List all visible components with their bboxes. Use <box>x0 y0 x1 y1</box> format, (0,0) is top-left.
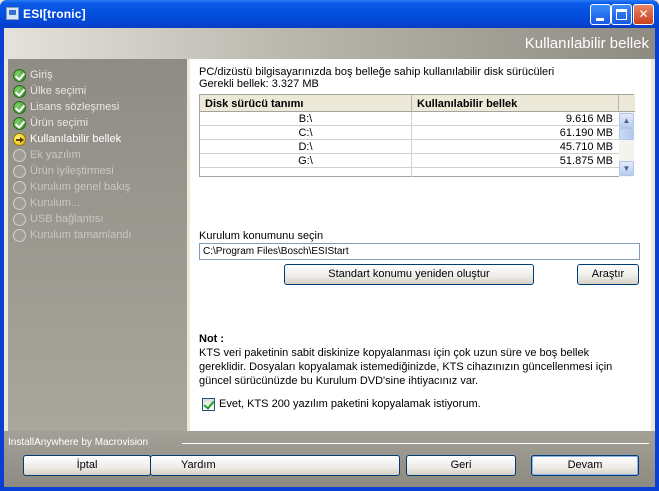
disk-cell: D:\ <box>298 141 313 153</box>
steps-sidebar: Giriş Ülke seçimi Lisans sözleşmesi Ürün… <box>8 59 187 433</box>
note-line: güncel sürücünüzde bu Kurulum DVD'sine i… <box>199 375 479 387</box>
scroll-thumb[interactable] <box>619 128 634 140</box>
installer-brand: InstallAnywhere by Macrovision <box>8 437 149 448</box>
check-icon <box>13 101 26 114</box>
copy-package-label[interactable]: Evet, KTS 200 yazılım paketini kopyalama… <box>219 398 481 410</box>
step-label: Ek yazılım <box>30 149 81 161</box>
disk-cell: C:\ <box>298 127 313 139</box>
intro-text: PC/dizüstü bilgisayarınızda boş belleğe … <box>199 66 555 78</box>
column-divider <box>411 154 412 168</box>
client-area: Kullanılabilir bellek Giriş Ülke seçimi … <box>4 28 655 487</box>
step-label: Kurulum tamamlandı <box>30 229 132 241</box>
page-title: Kullanılabilir bellek <box>524 35 649 52</box>
location-label: Kurulum konumunu seçin <box>199 230 324 242</box>
circle-icon <box>13 149 26 162</box>
window-title: ESI[tronic] <box>23 7 86 21</box>
step-label: Kurulum... <box>30 197 81 209</box>
column-divider <box>411 112 412 126</box>
column-divider <box>411 126 412 140</box>
check-icon <box>13 117 26 130</box>
step-label: Ülke seçimi <box>30 85 87 97</box>
back-button[interactable]: Geri <box>406 455 516 476</box>
column-divider <box>411 140 412 154</box>
step-label: USB bağlantısı <box>30 213 104 225</box>
note-line: KTS veri paketinin sabit diskinize kopya… <box>199 347 590 359</box>
disk-cell: B:\ <box>298 113 313 125</box>
memory-cell: 9.616 MB <box>565 113 613 125</box>
app-icon <box>6 7 19 20</box>
table-row[interactable]: C:\ 61.190 MB <box>200 126 619 140</box>
table-row[interactable]: G:\ 51.875 MB <box>200 154 619 168</box>
table-row[interactable]: B:\ 9.616 MB <box>200 112 619 126</box>
maximize-icon <box>616 9 627 20</box>
column-header-disk[interactable]: Disk sürücü tanımı <box>200 95 412 112</box>
memory-cell: 61.190 MB <box>559 127 613 139</box>
arrow-right-icon <box>13 133 26 146</box>
step-label: Giriş <box>30 69 53 81</box>
circle-icon <box>13 181 26 194</box>
required-memory-text: Gerekli bellek: 3.327 MB <box>199 78 319 90</box>
footer-divider <box>182 443 649 444</box>
memory-cell: 51.875 MB <box>559 155 613 167</box>
table-row-partial <box>200 168 619 177</box>
close-icon: ✕ <box>638 7 649 21</box>
disk-cell: G:\ <box>298 155 313 167</box>
table-scrollbar[interactable]: ▲ ▼ <box>619 112 634 177</box>
column-divider <box>411 168 412 177</box>
main-panel: PC/dizüstü bilgisayarınızda boş belleğe … <box>190 59 651 433</box>
note-title: Not : <box>199 333 225 345</box>
scroll-up-button[interactable]: ▲ <box>619 113 634 128</box>
minimize-button[interactable] <box>590 4 611 25</box>
step-label: Ürün iyileştirmesi <box>30 165 114 177</box>
circle-icon <box>13 165 26 178</box>
column-header-memory[interactable]: Kullanılabilir bellek <box>412 95 619 112</box>
disk-table: Disk sürücü tanımı Kullanılabilir bellek… <box>199 94 635 177</box>
step-label: Kurulum genel bakış <box>30 181 131 193</box>
recreate-default-location-button[interactable]: Standart konumu yeniden oluştur <box>284 264 534 285</box>
circle-icon <box>13 197 26 210</box>
installer-window: ESI[tronic] ✕ Kullanılabilir bellek Giri… <box>0 0 659 491</box>
chevron-up-icon: ▲ <box>622 116 631 125</box>
step-label: Ürün seçimi <box>30 117 89 129</box>
maximize-button[interactable] <box>611 4 632 25</box>
circle-icon <box>13 229 26 242</box>
header-band: Kullanılabilir bellek <box>4 28 655 59</box>
install-location-input[interactable]: C:\Program Files\Bosch\ESIStart <box>199 243 640 260</box>
next-button[interactable]: Devam <box>531 455 639 476</box>
circle-icon <box>13 213 26 226</box>
cancel-button[interactable]: İptal <box>23 455 151 476</box>
scroll-down-button[interactable]: ▼ <box>619 161 634 176</box>
check-icon <box>13 85 26 98</box>
step-label: Lisans sözleşmesi <box>30 101 120 113</box>
memory-cell: 45.710 MB <box>559 141 613 153</box>
check-icon <box>13 69 26 82</box>
help-button[interactable]: Yardım <box>150 455 400 476</box>
minimize-icon <box>596 18 604 21</box>
step-label: Kullanılabilir bellek <box>30 133 122 145</box>
title-bar[interactable]: ESI[tronic] ✕ <box>0 0 659 28</box>
note-line: gereklidir. Dosyaları kopyalamak istemed… <box>199 361 613 373</box>
close-button[interactable]: ✕ <box>633 4 654 25</box>
browse-button[interactable]: Araştır <box>577 264 639 285</box>
table-row[interactable]: D:\ 45.710 MB <box>200 140 619 154</box>
chevron-down-icon: ▼ <box>622 164 631 173</box>
copy-package-checkbox[interactable] <box>202 398 215 411</box>
column-header-filler <box>619 95 635 112</box>
